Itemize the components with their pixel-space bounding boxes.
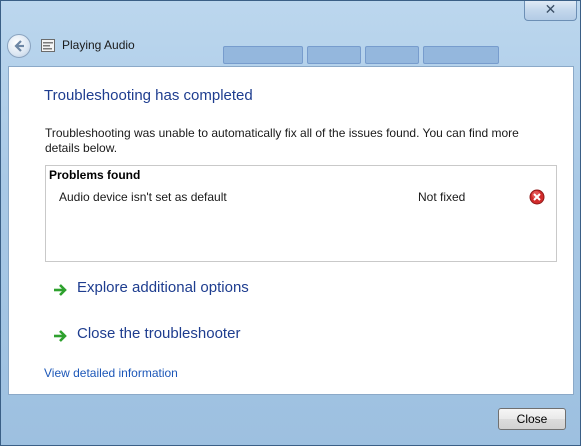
back-arrow-icon — [14, 40, 24, 52]
troubleshooter-app-icon — [41, 39, 55, 52]
option-label: Explore additional options — [77, 279, 249, 296]
close-button[interactable]: Close — [498, 408, 566, 430]
problem-name[interactable]: Audio device isn't set as default — [59, 190, 227, 204]
background-toolbar-shape — [365, 46, 419, 64]
green-arrow-icon — [54, 330, 67, 342]
background-toolbar-shape — [423, 46, 499, 64]
window-close-button[interactable]: ✕ — [524, 1, 577, 21]
option-label: Close the troubleshooter — [77, 325, 241, 342]
background-toolbar-shape — [223, 46, 303, 64]
close-icon: ✕ — [544, 2, 557, 18]
problems-list: Problems found Audio device isn't set as… — [45, 165, 557, 262]
page-title: Troubleshooting has completed — [44, 87, 253, 104]
background-toolbar-shape — [307, 46, 361, 64]
green-arrow-icon — [54, 284, 67, 296]
content-panel: Troubleshooting has completed Troublesho… — [8, 66, 574, 395]
back-button[interactable] — [7, 34, 31, 58]
result-description: Troubleshooting was unable to automatica… — [45, 126, 519, 155]
problem-status: Not fixed — [418, 190, 466, 204]
troubleshooter-window: ✕ Playing Audio Troubleshooting has comp… — [0, 0, 581, 446]
window-title: Playing Audio — [62, 38, 135, 52]
problems-header: Problems found — [49, 168, 141, 182]
error-icon — [529, 189, 545, 205]
view-detailed-information-link[interactable]: View detailed information — [44, 366, 178, 380]
